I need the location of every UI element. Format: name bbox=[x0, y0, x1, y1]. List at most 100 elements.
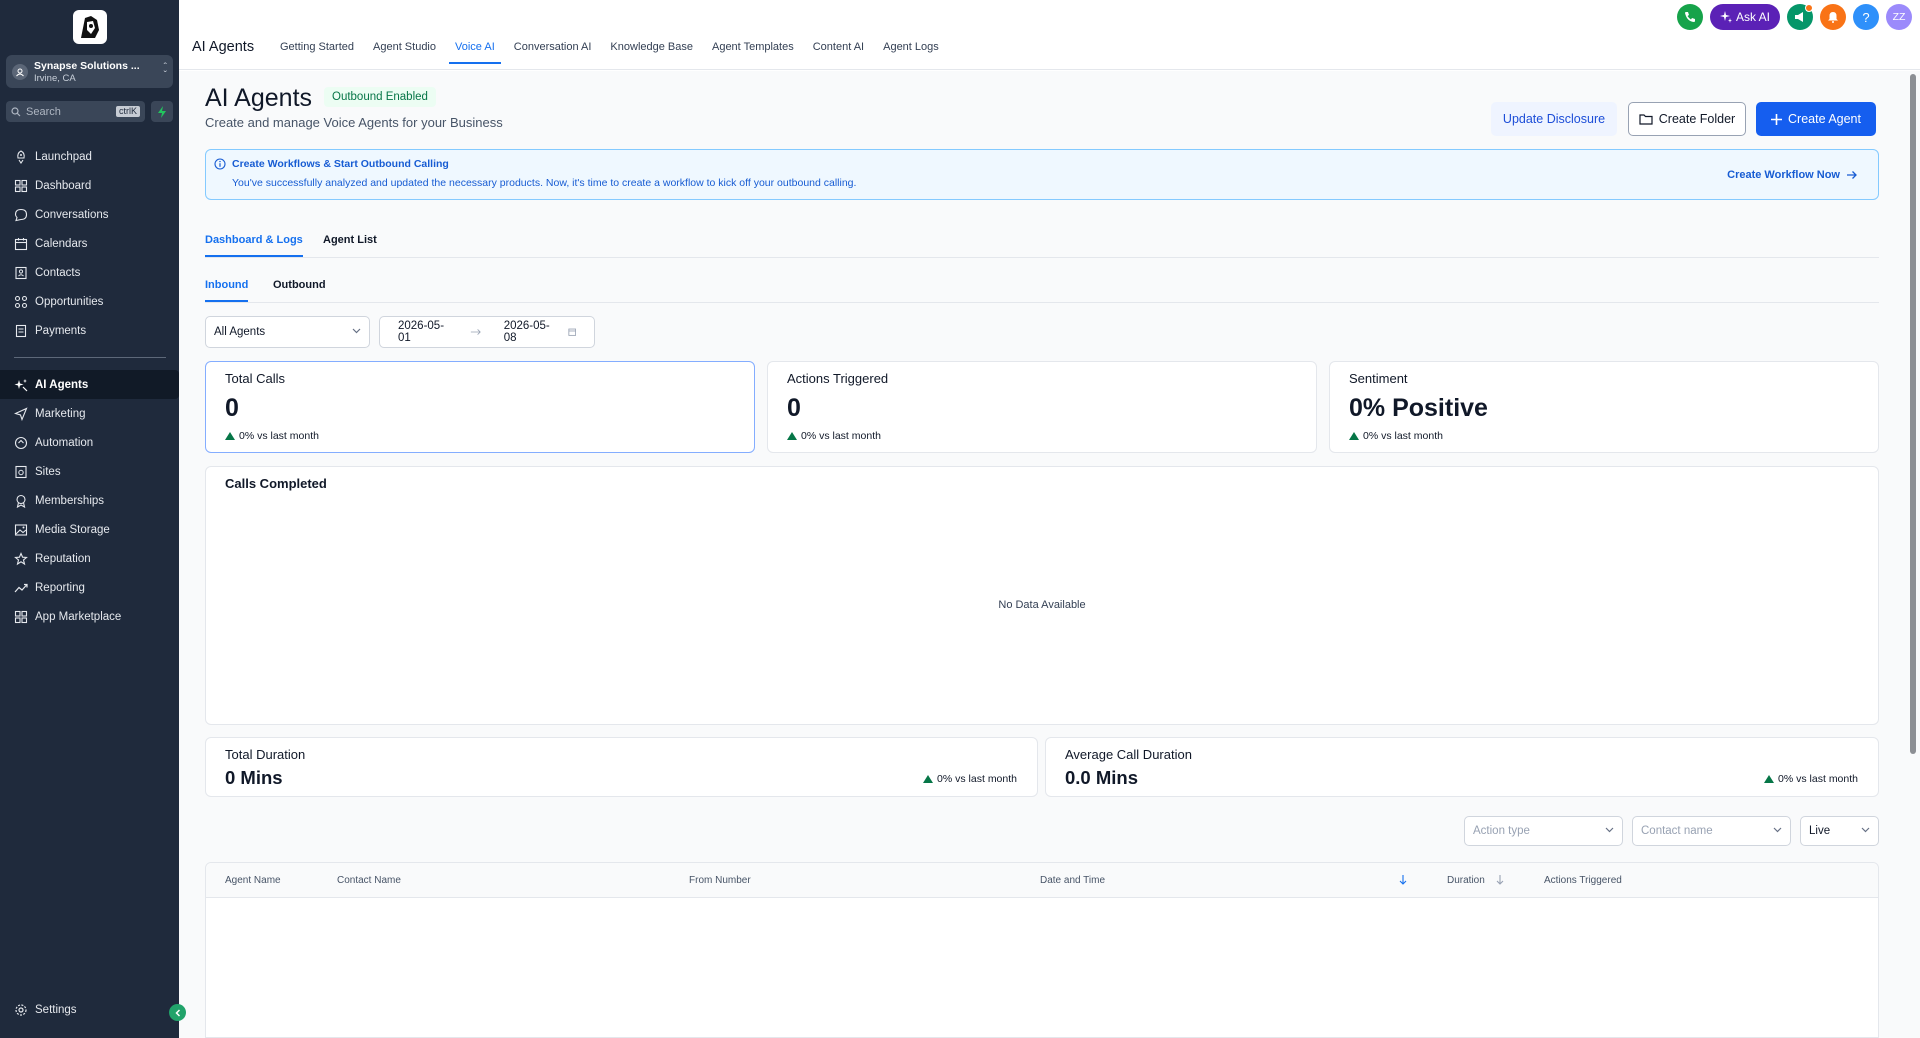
sidebar-item-contacts[interactable]: Contacts bbox=[0, 258, 179, 287]
sidebar-item-memberships[interactable]: Memberships bbox=[0, 486, 179, 515]
sort-arrow-icon[interactable] bbox=[1496, 875, 1504, 885]
quick-action-button[interactable] bbox=[151, 101, 173, 122]
phone-button[interactable] bbox=[1676, 4, 1703, 30]
date-to[interactable]: 2026-05-08 bbox=[504, 320, 554, 344]
sidebar-item-reporting[interactable]: Reporting bbox=[0, 573, 179, 602]
help-icon: ? bbox=[1862, 9, 1870, 25]
info-icon bbox=[214, 158, 226, 170]
date-range-picker[interactable]: 2026-05-01 2026-05-08 bbox=[379, 316, 595, 348]
calls-completed-chart: Calls Completed No Data Available bbox=[205, 466, 1879, 725]
date-from[interactable]: 2026-05-01 bbox=[398, 320, 448, 344]
plus-icon bbox=[1771, 113, 1783, 125]
sidebar-nav-bottom: AI Agents Marketing Automation Sites Members… bbox=[0, 370, 179, 631]
folder-icon bbox=[1639, 114, 1653, 125]
column-header-from-number[interactable]: From Number bbox=[689, 875, 751, 886]
sidebar-item-marketing[interactable]: Marketing bbox=[0, 399, 179, 428]
update-disclosure-button[interactable]: Update Disclosure bbox=[1491, 102, 1617, 136]
sites-icon bbox=[15, 465, 27, 478]
sidebar-item-sites[interactable]: Sites bbox=[0, 457, 179, 486]
tab-agent-templates[interactable]: Agent Templates bbox=[706, 36, 800, 64]
sidebar-item-automation[interactable]: Automation bbox=[0, 428, 179, 457]
sidebar-item-calendars[interactable]: Calendars bbox=[0, 229, 179, 258]
tab-dashboard-logs[interactable]: Dashboard & Logs bbox=[205, 234, 303, 257]
create-folder-button[interactable]: Create Folder bbox=[1628, 102, 1746, 136]
sidebar: Synapse Solutions ... Irvine, CA ˆˇ Sear… bbox=[0, 0, 179, 1038]
tab-conversation-ai[interactable]: Conversation AI bbox=[508, 36, 598, 64]
tab-inbound[interactable]: Inbound bbox=[205, 279, 249, 302]
tab-getting-started[interactable]: Getting Started bbox=[274, 36, 360, 64]
sidebar-item-payments[interactable]: Payments bbox=[0, 316, 179, 345]
actions-triggered-card[interactable]: Actions Triggered 0 0% vs last month bbox=[767, 361, 1317, 453]
stat-label: Average Call Duration bbox=[1065, 747, 1192, 762]
sparkle-icon bbox=[1719, 11, 1732, 23]
column-header-date-time[interactable]: Date and Time bbox=[1040, 875, 1105, 886]
sidebar-item-label: Marketing bbox=[35, 407, 86, 420]
payments-icon bbox=[15, 324, 27, 337]
opportunities-icon bbox=[14, 295, 28, 308]
column-header-contact-name[interactable]: Contact Name bbox=[337, 875, 401, 886]
sort-arrow-down-icon[interactable] bbox=[1399, 875, 1407, 885]
notifications-button[interactable] bbox=[1820, 4, 1846, 30]
scrollbar-thumb[interactable] bbox=[1910, 74, 1916, 754]
sidebar-item-ai-agents[interactable]: AI Agents bbox=[0, 370, 179, 399]
sidebar-item-label: App Marketplace bbox=[35, 610, 122, 623]
select-placeholder: Action type bbox=[1473, 825, 1530, 837]
ask-ai-button[interactable]: Ask AI bbox=[1709, 4, 1780, 30]
sidebar-item-label: Automation bbox=[35, 436, 94, 449]
announcements-button[interactable] bbox=[1787, 4, 1813, 30]
tab-agent-list[interactable]: Agent List bbox=[323, 234, 377, 255]
sidebar-item-label: Opportunities bbox=[35, 295, 104, 308]
column-header-actions-triggered[interactable]: Actions Triggered bbox=[1544, 875, 1622, 886]
column-header-agent-name[interactable]: Agent Name bbox=[225, 875, 281, 886]
action-type-select[interactable]: Action type bbox=[1464, 816, 1623, 846]
sidebar-item-conversations[interactable]: Conversations bbox=[0, 200, 179, 229]
phone-icon bbox=[1684, 12, 1695, 22]
account-switcher[interactable]: Synapse Solutions ... Irvine, CA ˆˇ bbox=[6, 55, 173, 88]
total-calls-card[interactable]: Total Calls 0 0% vs last month bbox=[205, 361, 755, 453]
search-icon bbox=[11, 106, 21, 116]
create-workflow-label: Create Workflow Now bbox=[1727, 169, 1840, 181]
sidebar-search[interactable]: Search ctrlK bbox=[6, 101, 145, 122]
tab-agent-logs[interactable]: Agent Logs bbox=[877, 36, 945, 64]
total-duration-card: Total Duration 0 Mins 0% vs last month bbox=[205, 737, 1038, 797]
agent-select[interactable]: All Agents bbox=[205, 316, 370, 348]
sidebar-item-app-marketplace[interactable]: App Marketplace bbox=[0, 602, 179, 631]
trend-up-icon bbox=[225, 432, 235, 440]
contacts-icon bbox=[15, 266, 27, 279]
sidebar-item-media-storage[interactable]: Media Storage bbox=[0, 515, 179, 544]
trend-up-icon bbox=[787, 432, 797, 440]
sidebar-item-launchpad[interactable]: Launchpad bbox=[0, 142, 179, 171]
sidebar-item-opportunities[interactable]: Opportunities bbox=[0, 287, 179, 316]
company-logo[interactable] bbox=[73, 10, 107, 44]
select-value: Live bbox=[1809, 825, 1831, 837]
apps-icon bbox=[14, 610, 28, 623]
tab-outbound[interactable]: Outbound bbox=[273, 279, 326, 300]
sentiment-card[interactable]: Sentiment 0% Positive 0% vs last month bbox=[1329, 361, 1879, 453]
tab-knowledge-base[interactable]: Knowledge Base bbox=[604, 36, 699, 64]
stat-label: Actions Triggered bbox=[787, 371, 889, 386]
contact-name-select[interactable]: Contact name bbox=[1632, 816, 1791, 846]
column-header-duration[interactable]: Duration bbox=[1447, 875, 1485, 886]
lightning-icon bbox=[158, 105, 166, 118]
create-workflow-link[interactable]: Create Workflow Now bbox=[1727, 169, 1858, 181]
calendar-icon bbox=[14, 237, 28, 250]
avatar-initials: ZZ bbox=[1892, 11, 1906, 23]
tab-voice-ai[interactable]: Voice AI bbox=[449, 36, 501, 64]
sidebar-item-dashboard[interactable]: Dashboard bbox=[0, 171, 179, 200]
sidebar-item-settings[interactable]: Settings bbox=[0, 995, 179, 1024]
top-tabs: Getting Started Agent Studio Voice AI Conve… bbox=[274, 36, 952, 64]
create-agent-button[interactable]: Create Agent bbox=[1756, 102, 1876, 136]
collapse-sidebar-button[interactable] bbox=[169, 1004, 186, 1021]
help-button[interactable]: ? bbox=[1853, 4, 1879, 30]
user-avatar[interactable]: ZZ bbox=[1886, 4, 1912, 30]
page-scrollbar[interactable] bbox=[1906, 71, 1920, 1038]
stat-value: 0 bbox=[225, 394, 239, 422]
star-icon bbox=[14, 551, 28, 565]
sidebar-item-reputation[interactable]: Reputation bbox=[0, 544, 179, 573]
sidebar-nav-top: Launchpad Dashboard Conversations Calendars… bbox=[0, 142, 179, 345]
tab-agent-studio[interactable]: Agent Studio bbox=[367, 36, 442, 64]
alert-description: You've successfully analyzed and updated… bbox=[232, 177, 857, 189]
location-icon bbox=[12, 63, 28, 80]
tab-content-ai[interactable]: Content AI bbox=[807, 36, 870, 64]
live-mode-select[interactable]: Live bbox=[1800, 816, 1879, 846]
